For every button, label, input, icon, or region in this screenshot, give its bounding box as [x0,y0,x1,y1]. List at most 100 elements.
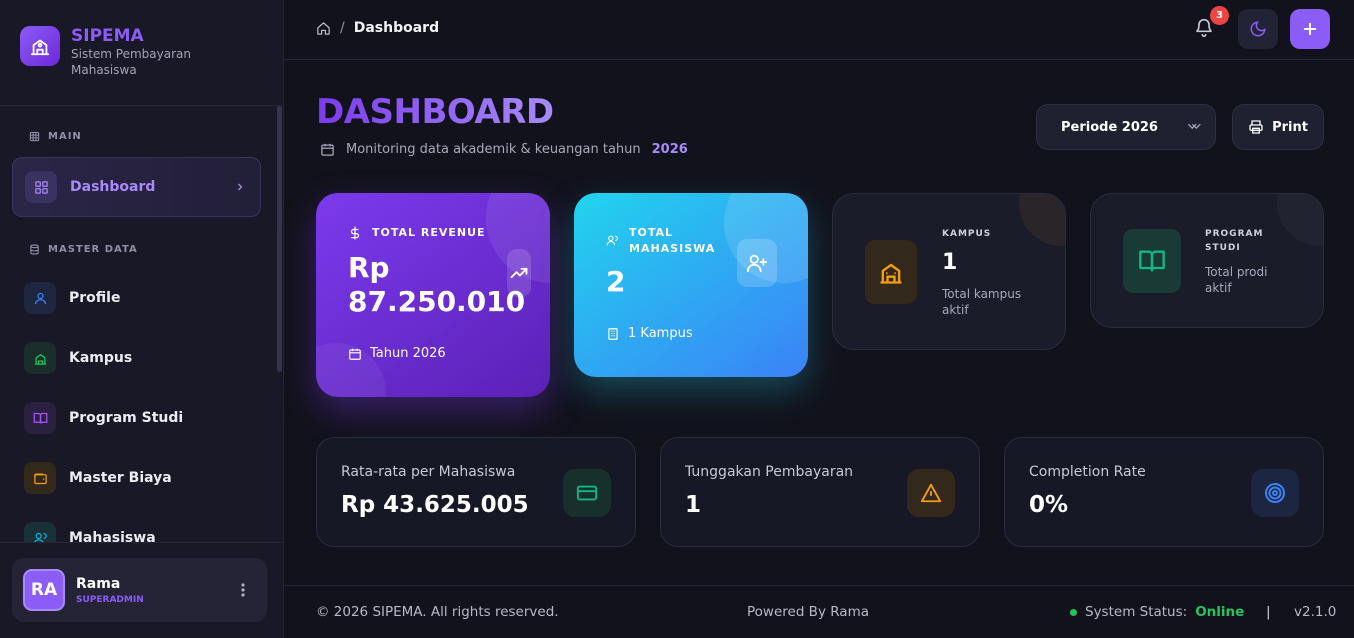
revenue-footer-text: Tahun 2026 [370,346,446,361]
print-button-label: Print [1272,119,1308,135]
user-plus-icon [737,239,777,287]
footer: © 2026 SIPEMA. All rights reserved. Powe… [284,585,1354,638]
sidebar-item-label: Program Studi [69,410,184,426]
user-card[interactable]: RA Rama SUPERADMIN [12,558,267,622]
mahasiswa-footer-text: 1 Kampus [628,326,693,341]
user-icon [24,282,56,314]
mahasiswa-value: 2 [606,265,626,298]
kampus-card[interactable]: KAMPUS 1 Total kampus aktif [832,193,1066,350]
chevron-down-icon [1188,123,1201,130]
total-revenue-card[interactable]: TOTAL REVENUE Rp 87.250.010 Tahun 2026 [316,193,550,397]
section-label-main: MAIN [29,131,82,142]
page-title: DASHBOARD [316,92,554,132]
revenue-footer: Tahun 2026 [348,346,446,361]
app-version: v2.1.0 [1294,604,1337,620]
sidebar-item-label: Dashboard [70,179,156,195]
breadcrumb-current: Dashboard [353,20,440,36]
brand-subtitle: Sistem Pembayaran Mahasiswa [71,47,191,77]
kampus-desc: Total kampus aktif [942,287,1022,317]
section-label-text: MASTER DATA [48,244,138,255]
more-vertical-icon[interactable] [241,583,245,597]
sidebar-nav[interactable]: MAIN Dashboard MASTER DATA Profile Kampu… [0,106,283,542]
prodi-label-line1: PROGRAM [1205,229,1264,239]
calendar-icon [349,348,361,360]
summary-label: Completion Rate [1029,464,1146,480]
period-select-value: Periode 2026 [1061,119,1158,135]
decorative-blob [1019,194,1065,246]
arrears-card[interactable]: Tunggakan Pembayaran 1 [660,437,980,547]
status-dot-icon [1070,608,1077,616]
sidebar-item-kampus[interactable]: Kampus [12,328,261,388]
sidebar-bottom-divider [0,542,283,543]
breadcrumb-separator: / [340,20,345,36]
sidebar-item-label: Profile [69,290,121,306]
user-role: SUPERADMIN [76,594,144,605]
sidebar-item-label: Master Biaya [69,470,172,486]
print-button[interactable]: Print [1232,104,1324,150]
summary-label: Tunggakan Pembayaran [685,464,854,480]
average-per-student-card[interactable]: Rata-rata per Mahasiswa Rp 43.625.005 [316,437,636,547]
mahasiswa-label-line2: MAHASISWA [629,242,716,255]
sidebar-scrollbar[interactable] [277,106,282,372]
total-mahasiswa-card[interactable]: TOTAL MAHASISWA 2 1 Kampus [574,193,808,377]
target-icon [1251,469,1299,517]
warning-triangle-icon [907,469,955,517]
add-button[interactable] [1290,9,1330,49]
chevron-right-icon [238,183,243,191]
section-label-text: MAIN [48,131,82,142]
breadcrumb: / Dashboard [316,20,439,36]
building-icon [608,327,618,340]
topbar: / Dashboard 3 [284,0,1354,60]
system-status: System Status: Online [1070,604,1244,620]
kampus-value: 1 [942,250,958,275]
summary-label: Rata-rata per Mahasiswa [341,464,516,480]
decorative-blob [1277,194,1323,246]
sidebar-item-label: Mahasiswa [69,530,156,542]
avatar: RA [23,569,65,611]
page-subtitle-text: Monitoring data akademik & keuangan tahu… [346,142,641,157]
sidebar: SIPEMA Sistem Pembayaran Mahasiswa MAIN … [0,0,284,638]
sidebar-item-profile[interactable]: Profile [12,268,261,328]
summary-value: Rp 43.625.005 [341,492,529,518]
program-studi-card[interactable]: PROGRAM STUDI Total prodi aktif [1090,193,1324,328]
wallet-icon [24,462,56,494]
footer-copyright: © 2026 SIPEMA. All rights reserved. [316,604,559,620]
credit-card-icon [563,469,611,517]
printer-icon [1249,120,1263,134]
revenue-value: Rp 87.250.010 [348,251,525,319]
moon-icon [1250,21,1266,37]
sidebar-item-program-studi[interactable]: Program Studi [12,388,261,448]
prodi-desc: Total prodi aktif [1205,265,1268,295]
school-icon [24,342,56,374]
theme-toggle-button[interactable] [1238,9,1278,49]
grid-icon [29,131,40,142]
notification-badge: 3 [1210,6,1229,25]
revenue-currency: Rp [348,251,390,284]
sidebar-item-master-biaya[interactable]: Master Biaya [12,448,261,508]
revenue-amount: 87.250.010 [348,285,526,318]
users-icon [24,522,56,542]
mahasiswa-label-line1: TOTAL [629,226,674,239]
book-open-icon [1123,229,1181,293]
sidebar-item-label: Kampus [69,350,133,366]
home-icon[interactable] [316,21,331,36]
page-subtitle: Monitoring data akademik & keuangan tahu… [320,142,688,157]
user-name: Rama [76,575,121,592]
footer-powered-by: Powered By Rama [747,604,870,620]
revenue-label-text: TOTAL REVENUE [372,226,486,239]
period-select[interactable]: Periode 2026 [1036,104,1216,150]
section-label-master-data: MASTER DATA [29,244,138,255]
completion-rate-card[interactable]: Completion Rate 0% [1004,437,1324,547]
sidebar-item-mahasiswa[interactable]: Mahasiswa [12,508,261,542]
school-icon [865,240,917,304]
sidebar-item-dashboard[interactable]: Dashboard [12,157,261,217]
dollar-icon [350,226,360,240]
brand[interactable]: SIPEMA Sistem Pembayaran Mahasiswa [20,26,206,78]
page-subtitle-year: 2026 [651,142,688,157]
trending-up-icon [507,249,531,297]
revenue-label: TOTAL REVENUE [348,226,486,240]
book-open-icon [24,402,56,434]
footer-separator: | [1266,604,1271,620]
summary-value: 0% [1029,492,1069,518]
kampus-label: KAMPUS [942,229,992,239]
